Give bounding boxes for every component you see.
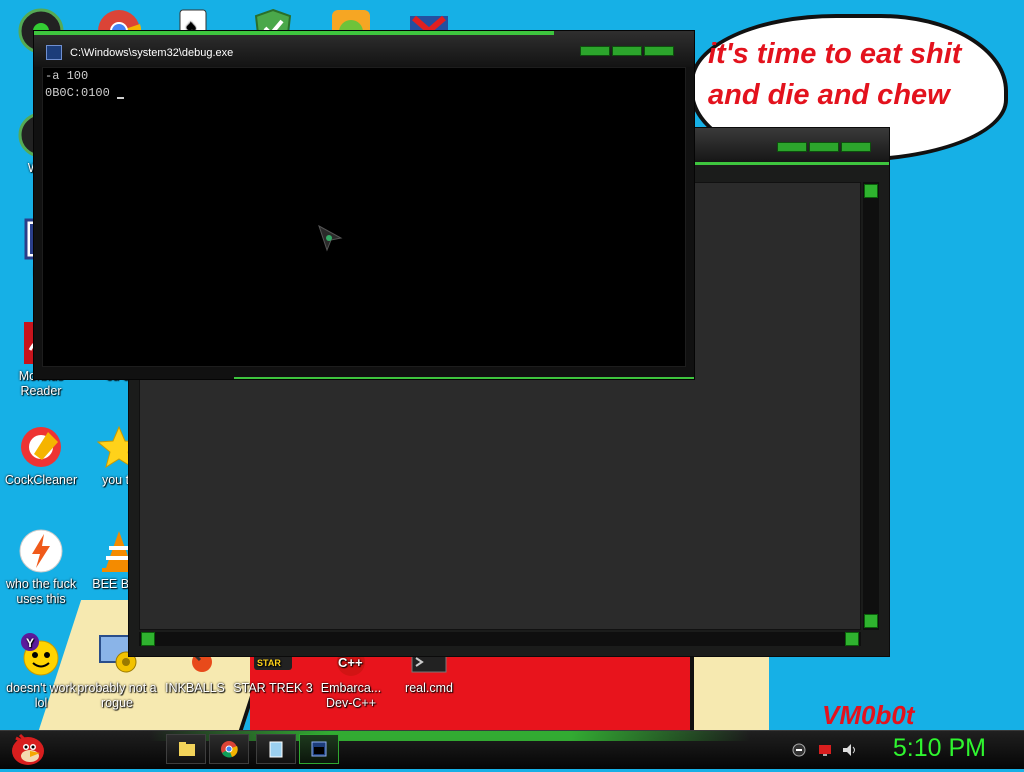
wallpaper-shape <box>690 655 769 730</box>
close-button[interactable] <box>644 46 674 56</box>
console-line: -a 100 <box>45 69 89 83</box>
scroll-left-button[interactable] <box>141 632 155 646</box>
console-line: 0B0C:0100 <box>43 85 685 102</box>
horizontal-scrollbar[interactable] <box>139 632 861 646</box>
svg-text:Y: Y <box>26 636 34 650</box>
console-output[interactable]: -a 100 0B0C:0100 <box>42 67 686 367</box>
svg-text:STAR: STAR <box>257 658 281 668</box>
taskbar-clock[interactable]: 5:10 PM <box>893 734 986 763</box>
folder-icon <box>179 742 195 756</box>
desktop-icon[interactable]: CockCleaner <box>0 424 82 488</box>
text-cursor <box>117 97 125 99</box>
start-button[interactable] <box>6 729 46 767</box>
desktop-icon-label: CockCleaner <box>4 473 78 487</box>
action-center-icon[interactable] <box>818 743 832 757</box>
desktop-icon-label: INKBALLS <box>165 681 225 695</box>
ccleaner-icon <box>18 424 64 470</box>
desktop-icon-label: real.cmd <box>405 681 453 695</box>
close-button[interactable] <box>841 142 871 152</box>
taskbar-item-chrome[interactable] <box>209 734 249 764</box>
network-icon[interactable] <box>792 743 806 757</box>
minimize-button[interactable] <box>777 142 807 152</box>
taskbar: 5:10 PM <box>0 730 1024 769</box>
scroll-down-button[interactable] <box>864 614 878 628</box>
desktop-icon-label: Embarca... Dev-C++ <box>320 681 382 710</box>
window-controls[interactable] <box>580 46 674 56</box>
wallpaper-signature: VM0b0t <box>822 700 915 730</box>
angry-bird-start-icon <box>12 733 44 765</box>
taskbar-item-debug-console[interactable] <box>299 734 339 764</box>
desktop-icon-label: who the fuck uses this <box>5 577 77 606</box>
window-controls[interactable] <box>777 142 871 152</box>
desktop-icon[interactable]: Y doesn't work lol <box>0 632 82 711</box>
chrome-icon <box>221 741 238 758</box>
desktop-icon-label: probably not a rogue <box>77 681 157 710</box>
console-app-icon <box>46 45 62 60</box>
yahoo-messenger-icon: Y <box>18 632 64 678</box>
taskbar-item-file-explorer[interactable] <box>166 734 206 764</box>
maximize-button[interactable] <box>612 46 642 56</box>
debug-console-window[interactable]: C:\Windows\system32\debug.exe -a 100 0B0… <box>33 30 695 380</box>
maximize-button[interactable] <box>809 142 839 152</box>
window-title: C:\Windows\system32\debug.exe <box>70 47 234 59</box>
console-icon <box>311 741 327 757</box>
volume-icon[interactable] <box>842 743 856 757</box>
scroll-up-button[interactable] <box>864 184 878 198</box>
desktop-icon-label: STAR TREK 3 <box>233 681 313 695</box>
taskbar-item-notepad[interactable] <box>256 734 296 764</box>
flash-icon <box>18 528 64 574</box>
window-titlebar[interactable]: C:\Windows\system32\debug.exe <box>34 31 694 67</box>
svg-text:C++: C++ <box>338 655 363 670</box>
vertical-scrollbar[interactable] <box>863 182 879 630</box>
console-prompt: 0B0C:0100 <box>45 85 118 100</box>
desktop-icon[interactable]: who the fuck uses this <box>0 528 82 607</box>
mouse-pointer-icon <box>318 224 343 252</box>
scroll-right-button[interactable] <box>845 632 859 646</box>
minimize-button[interactable] <box>580 46 610 56</box>
window-accent <box>234 377 694 379</box>
desktop-icon-label: doesn't work lol <box>6 681 76 710</box>
wallpaper-bubble-text: it's time to eat shit and die and chew <box>708 38 962 111</box>
window-accent <box>34 31 554 35</box>
notepad-icon <box>269 741 283 758</box>
